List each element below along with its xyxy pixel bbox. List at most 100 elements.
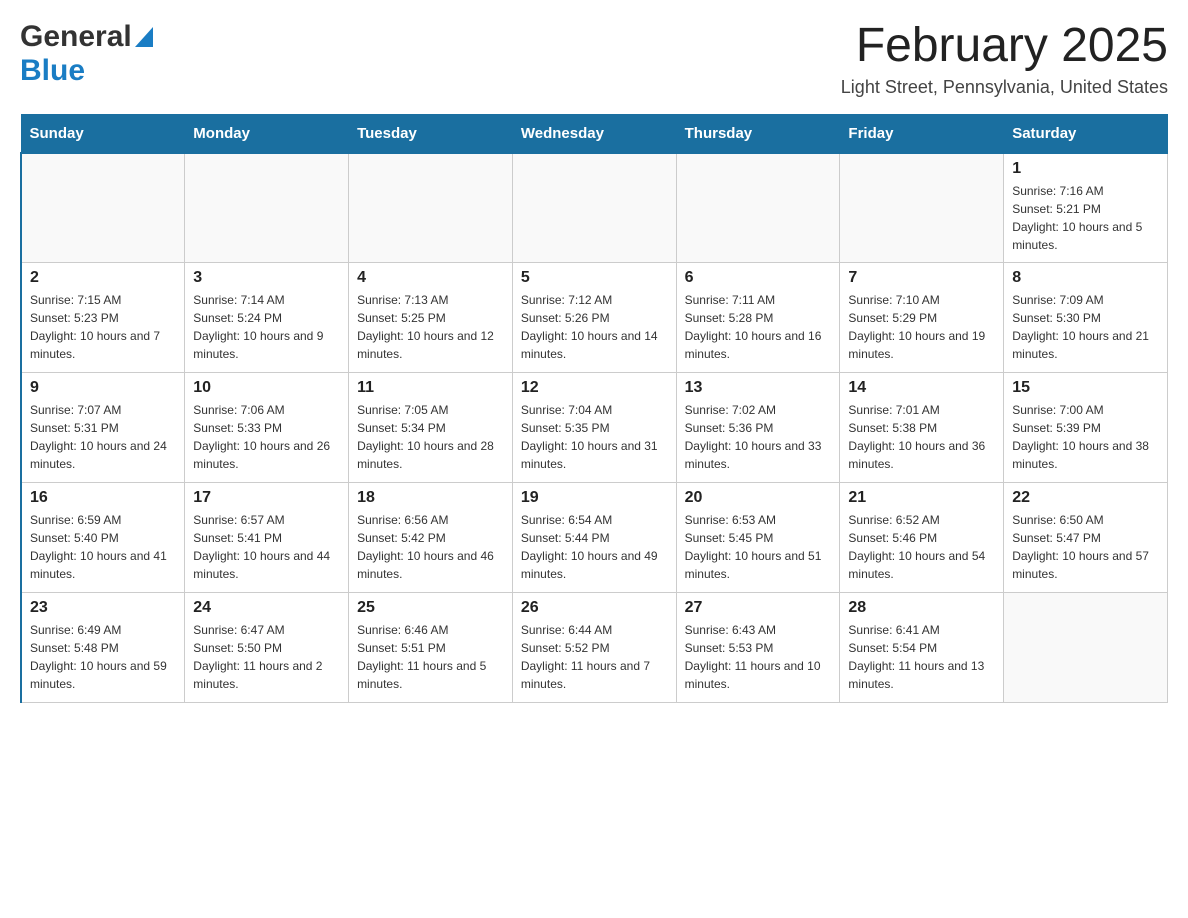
calendar-table: Sunday Monday Tuesday Wednesday Thursday… — [20, 114, 1168, 704]
calendar-week-row: 16 Sunrise: 6:59 AMSunset: 5:40 PMDayligh… — [21, 483, 1168, 593]
header-saturday: Saturday — [1004, 114, 1168, 153]
day-info: Sunrise: 7:10 AMSunset: 5:29 PMDaylight:… — [848, 291, 995, 363]
calendar-cell: 7 Sunrise: 7:10 AMSunset: 5:29 PMDaylight… — [840, 263, 1004, 373]
day-number: 21 — [848, 489, 995, 507]
day-number: 22 — [1012, 489, 1159, 507]
day-number: 12 — [521, 379, 668, 397]
day-info: Sunrise: 7:06 AMSunset: 5:33 PMDaylight:… — [193, 401, 340, 473]
day-info: Sunrise: 7:12 AMSunset: 5:26 PMDaylight:… — [521, 291, 668, 363]
header-sunday: Sunday — [21, 114, 185, 153]
header: General Blue February 2025 Light Street,… — [20, 20, 1168, 98]
day-number: 2 — [30, 269, 176, 287]
day-info: Sunrise: 7:14 AMSunset: 5:24 PMDaylight:… — [193, 291, 340, 363]
calendar-cell: 24 Sunrise: 6:47 AMSunset: 5:50 PMDayligh… — [185, 593, 349, 703]
day-info: Sunrise: 6:44 AMSunset: 5:52 PMDaylight:… — [521, 621, 668, 693]
calendar-cell — [185, 153, 349, 263]
day-info: Sunrise: 7:09 AMSunset: 5:30 PMDaylight:… — [1012, 291, 1159, 363]
day-number: 19 — [521, 489, 668, 507]
logo-general-text: General — [20, 20, 132, 54]
day-number: 5 — [521, 269, 668, 287]
header-friday: Friday — [840, 114, 1004, 153]
calendar-cell: 19 Sunrise: 6:54 AMSunset: 5:44 PMDayligh… — [512, 483, 676, 593]
calendar-cell: 17 Sunrise: 6:57 AMSunset: 5:41 PMDayligh… — [185, 483, 349, 593]
day-number: 3 — [193, 269, 340, 287]
calendar-cell — [1004, 593, 1168, 703]
calendar-cell: 27 Sunrise: 6:43 AMSunset: 5:53 PMDayligh… — [676, 593, 840, 703]
day-number: 25 — [357, 599, 504, 617]
calendar-cell — [349, 153, 513, 263]
day-info: Sunrise: 6:56 AMSunset: 5:42 PMDaylight:… — [357, 511, 504, 583]
calendar-cell: 21 Sunrise: 6:52 AMSunset: 5:46 PMDayligh… — [840, 483, 1004, 593]
calendar-cell: 1 Sunrise: 7:16 AMSunset: 5:21 PMDaylight… — [1004, 153, 1168, 263]
calendar-cell: 26 Sunrise: 6:44 AMSunset: 5:52 PMDayligh… — [512, 593, 676, 703]
calendar-cell: 2 Sunrise: 7:15 AMSunset: 5:23 PMDaylight… — [21, 263, 185, 373]
day-number: 11 — [357, 379, 504, 397]
calendar-week-row: 9Sunrise: 7:07 AMSunset: 5:31 PMDaylight… — [21, 373, 1168, 483]
calendar-cell: 11 Sunrise: 7:05 AMSunset: 5:34 PMDayligh… — [349, 373, 513, 483]
month-title: February 2025 — [841, 20, 1168, 73]
day-info: Sunrise: 6:47 AMSunset: 5:50 PMDaylight:… — [193, 621, 340, 693]
day-info: Sunrise: 7:16 AMSunset: 5:21 PMDaylight:… — [1012, 182, 1159, 254]
calendar-cell: 12 Sunrise: 7:04 AMSunset: 5:35 PMDayligh… — [512, 373, 676, 483]
day-number: 16 — [30, 489, 176, 507]
header-tuesday: Tuesday — [349, 114, 513, 153]
day-info: Sunrise: 6:46 AMSunset: 5:51 PMDaylight:… — [357, 621, 504, 693]
calendar-cell: 5 Sunrise: 7:12 AMSunset: 5:26 PMDaylight… — [512, 263, 676, 373]
calendar-cell — [512, 153, 676, 263]
logo: General Blue — [20, 20, 153, 88]
day-info: Sunrise: 6:50 AMSunset: 5:47 PMDaylight:… — [1012, 511, 1159, 583]
calendar-cell: 20Sunrise: 6:53 AMSunset: 5:45 PMDayligh… — [676, 483, 840, 593]
title-area: February 2025 Light Street, Pennsylvania… — [841, 20, 1168, 98]
day-info: Sunrise: 6:54 AMSunset: 5:44 PMDaylight:… — [521, 511, 668, 583]
day-info: Sunrise: 7:11 AMSunset: 5:28 PMDaylight:… — [685, 291, 832, 363]
day-number: 8 — [1012, 269, 1159, 287]
calendar-cell: 15Sunrise: 7:00 AMSunset: 5:39 PMDayligh… — [1004, 373, 1168, 483]
day-number: 6 — [685, 269, 832, 287]
calendar-cell: 16 Sunrise: 6:59 AMSunset: 5:40 PMDayligh… — [21, 483, 185, 593]
day-number: 26 — [521, 599, 668, 617]
logo-blue-text: Blue — [20, 54, 85, 88]
calendar-cell — [676, 153, 840, 263]
day-number: 10 — [193, 379, 340, 397]
calendar-cell — [21, 153, 185, 263]
header-wednesday: Wednesday — [512, 114, 676, 153]
calendar-header: Sunday Monday Tuesday Wednesday Thursday… — [21, 114, 1168, 153]
day-info: Sunrise: 7:05 AMSunset: 5:34 PMDaylight:… — [357, 401, 504, 473]
calendar-cell: 22 Sunrise: 6:50 AMSunset: 5:47 PMDayligh… — [1004, 483, 1168, 593]
calendar-body: 1 Sunrise: 7:16 AMSunset: 5:21 PMDaylight… — [21, 153, 1168, 703]
calendar-cell: 13Sunrise: 7:02 AMSunset: 5:36 PMDayligh… — [676, 373, 840, 483]
day-number: 24 — [193, 599, 340, 617]
calendar-cell: 8 Sunrise: 7:09 AMSunset: 5:30 PMDaylight… — [1004, 263, 1168, 373]
day-info: Sunrise: 7:15 AMSunset: 5:23 PMDaylight:… — [30, 291, 176, 363]
calendar-cell: 6 Sunrise: 7:11 AMSunset: 5:28 PMDaylight… — [676, 263, 840, 373]
day-info: Sunrise: 6:53 AMSunset: 5:45 PMDaylight:… — [685, 511, 832, 583]
day-number: 23 — [30, 599, 176, 617]
calendar-cell: 18Sunrise: 6:56 AMSunset: 5:42 PMDayligh… — [349, 483, 513, 593]
header-thursday: Thursday — [676, 114, 840, 153]
day-number: 7 — [848, 269, 995, 287]
day-info: Sunrise: 7:04 AMSunset: 5:35 PMDaylight:… — [521, 401, 668, 473]
calendar-cell: 10 Sunrise: 7:06 AMSunset: 5:33 PMDayligh… — [185, 373, 349, 483]
day-info: Sunrise: 6:41 AMSunset: 5:54 PMDaylight:… — [848, 621, 995, 693]
day-info: Sunrise: 7:01 AMSunset: 5:38 PMDaylight:… — [848, 401, 995, 473]
day-number: 1 — [1012, 160, 1159, 178]
day-info: Sunrise: 6:59 AMSunset: 5:40 PMDaylight:… — [30, 511, 176, 583]
calendar-cell: 25 Sunrise: 6:46 AMSunset: 5:51 PMDayligh… — [349, 593, 513, 703]
day-number: 17 — [193, 489, 340, 507]
calendar-cell — [840, 153, 1004, 263]
day-number: 28 — [848, 599, 995, 617]
header-monday: Monday — [185, 114, 349, 153]
day-info: Sunrise: 7:00 AMSunset: 5:39 PMDaylight:… — [1012, 401, 1159, 473]
day-number: 27 — [685, 599, 832, 617]
day-info: Sunrise: 7:13 AMSunset: 5:25 PMDaylight:… — [357, 291, 504, 363]
logo-triangle-icon — [135, 27, 153, 47]
calendar-cell: 14Sunrise: 7:01 AMSunset: 5:38 PMDayligh… — [840, 373, 1004, 483]
location-subtitle: Light Street, Pennsylvania, United State… — [841, 77, 1168, 98]
day-info: Sunrise: 6:52 AMSunset: 5:46 PMDaylight:… — [848, 511, 995, 583]
day-info: Sunrise: 6:43 AMSunset: 5:53 PMDaylight:… — [685, 621, 832, 693]
day-info: Sunrise: 6:57 AMSunset: 5:41 PMDaylight:… — [193, 511, 340, 583]
calendar-cell: 28 Sunrise: 6:41 AMSunset: 5:54 PMDayligh… — [840, 593, 1004, 703]
calendar-week-row: 23Sunrise: 6:49 AMSunset: 5:48 PMDayligh… — [21, 593, 1168, 703]
calendar-cell: 9Sunrise: 7:07 AMSunset: 5:31 PMDaylight… — [21, 373, 185, 483]
day-number: 9 — [30, 379, 176, 397]
